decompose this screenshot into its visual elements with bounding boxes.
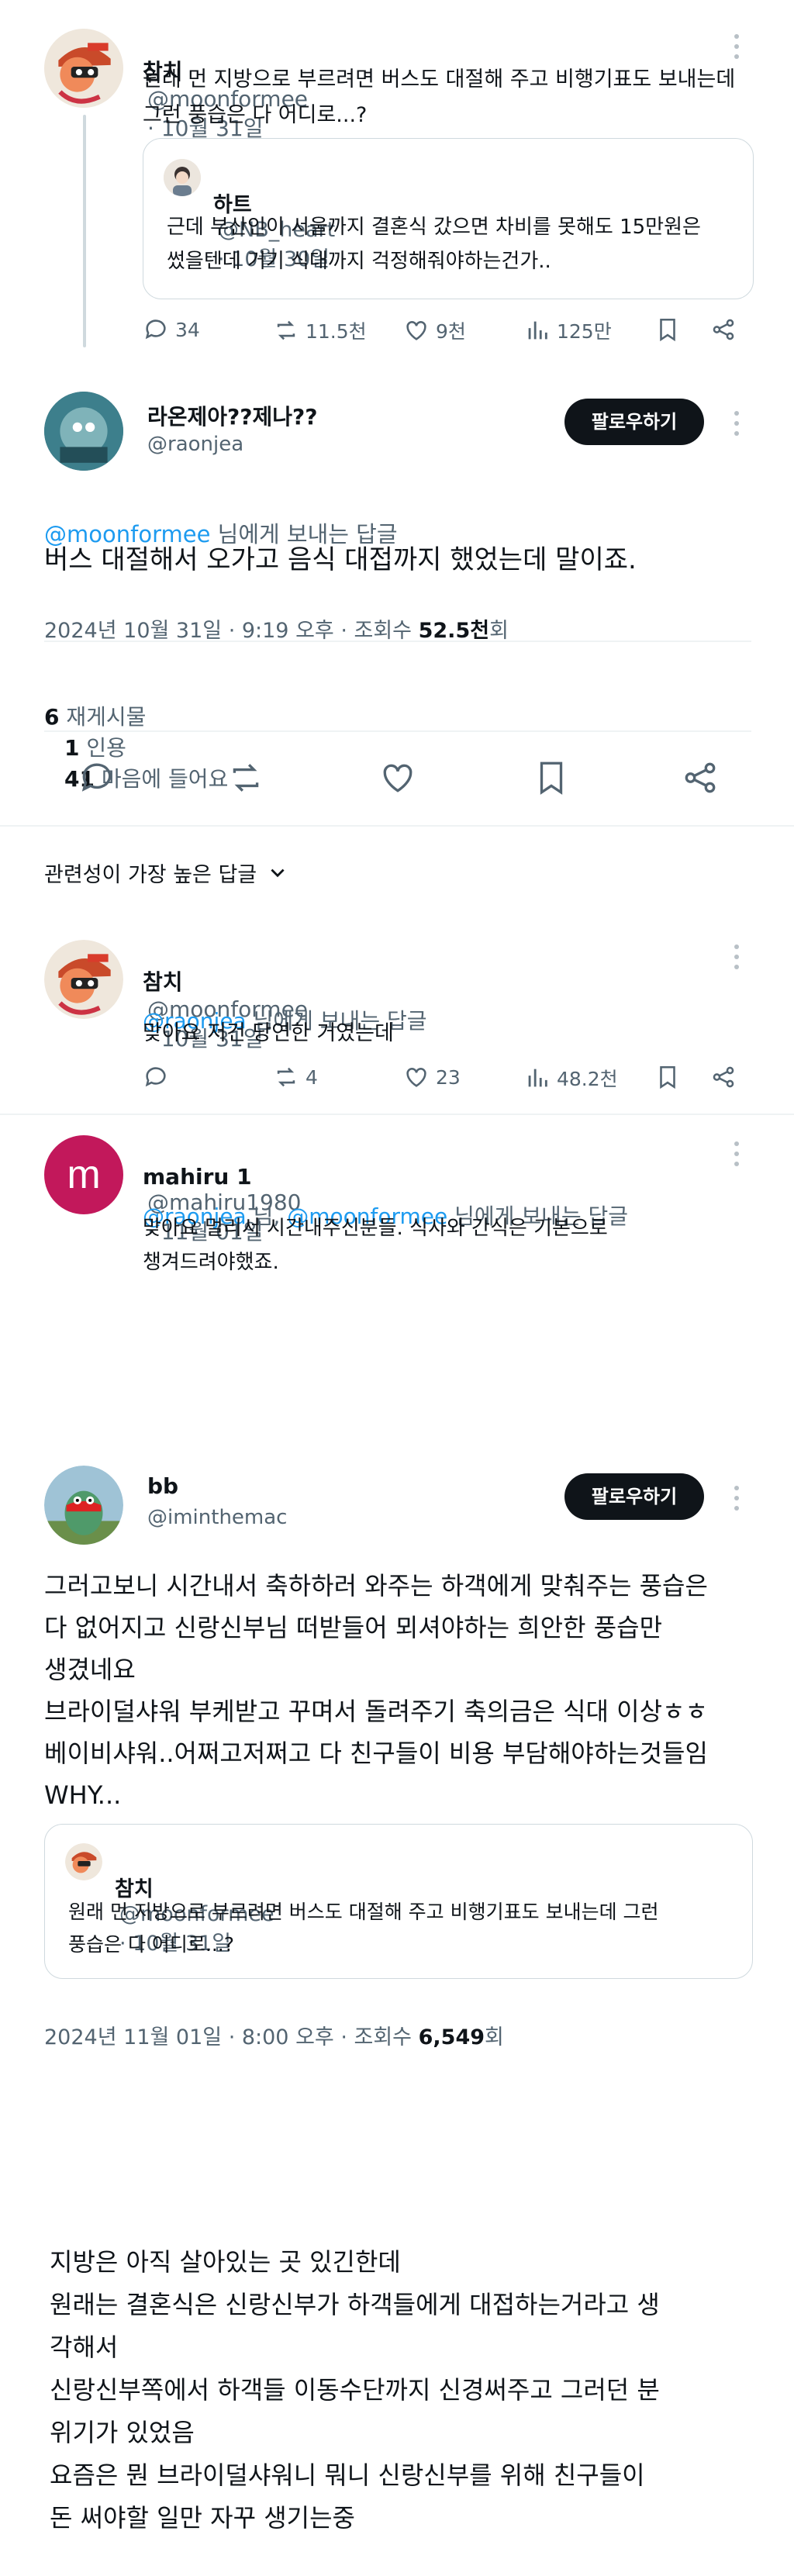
view-suffix: 회 [485,2025,504,2049]
tweet-meta: 2024년 11월 01일 · 8:00 오후 · 조회수 6,549회 [44,1996,504,2050]
author-handle[interactable]: @raonjea [147,433,243,456]
author-name[interactable]: 라온제아??제나?? [147,400,318,431]
share-icon[interactable] [710,316,737,343]
retweet-icon [277,320,295,340]
more-icon[interactable] [733,1141,740,1172]
like-button[interactable]: 9천 [403,316,466,344]
heart-icon[interactable] [378,758,417,797]
tweet-text: 원래 먼 지방으로 부르려면 버스도 대절해 주고 비행기표도 보내는데 그런 … [143,67,736,127]
reply-icon[interactable] [78,758,116,797]
avatar[interactable] [44,1466,123,1545]
more-icon[interactable] [733,411,740,441]
view-count: 52.5천 [418,619,490,643]
views-button[interactable]: 125만 [524,316,612,344]
follow-button[interactable]: 팔로우하기 [564,1473,704,1520]
engagement-stats: 6 재게시물 1 인용 41 마음에 들어요 [44,675,228,793]
avatar[interactable] [44,29,123,108]
avatar[interactable] [44,940,123,1019]
bookmark-icon[interactable] [532,758,571,797]
sort-label: 관련성이 가장 높은 답글 [44,863,257,887]
avatar [65,1843,102,1880]
views-button[interactable]: 48.2천 [524,1064,618,1092]
reply-text: 맞아요 멀리서 시간내주신분들. 식사와 간식은 기본으로 챙겨드려야했죠. [143,1217,608,1274]
retweet-count: 11.5천 [306,320,367,343]
heart-icon [406,321,426,340]
avatar[interactable] [44,392,123,471]
tweet-meta: 2024년 10월 31일 · 9:19 오후 · 조회수 52.5천회 [44,589,509,644]
views-icon [528,1069,547,1087]
avatar[interactable]: m [44,1135,123,1214]
reply-icon [145,1067,166,1087]
reply-button[interactable]: 34 [143,316,200,343]
views-count: 125만 [557,320,612,343]
more-icon[interactable] [733,944,740,975]
more-icon[interactable] [733,34,740,64]
quoted-text: 근데 부산인이 서울까지 결혼식 갔으면 차비를 못해도 15만원은 썼을텐데 … [167,216,701,273]
reposts-stat[interactable]: 6 재게시물 [44,704,146,730]
divider [44,730,751,732]
tweet-text: 버스 대절해서 오가고 음식 대접까지 했었는데 말이죠. [44,544,637,575]
tweet-timestamp[interactable]: 2024년 10월 31일 · 9:19 오후 · 조회수 [44,619,419,643]
avatar-letter: m [67,1152,101,1197]
divider [44,641,751,642]
retweet-button[interactable]: 11.5천 [273,316,367,344]
author-name[interactable]: bb [147,1473,178,1499]
avatar [164,159,201,196]
retweet-button[interactable]: 4 [273,1064,318,1090]
quoted-tweet[interactable]: 참치 @moonformee · 10월 31일 원래 먼 지방으로 부르려면 … [44,1824,753,1979]
quotes-stat[interactable]: 1 인용 [64,735,126,761]
views-icon [528,321,547,340]
follow-button[interactable]: 팔로우하기 [564,399,704,445]
share-icon[interactable] [681,758,720,797]
divider [0,1114,794,1115]
share-icon[interactable] [710,1064,737,1090]
bookmark-icon[interactable] [654,316,681,343]
more-icon[interactable] [733,1486,740,1516]
chevron-down-icon [271,868,285,877]
reply-icon [145,319,166,340]
retweet-icon [277,1067,295,1087]
view-suffix: 회 [489,619,509,643]
reply-button[interactable] [143,1064,169,1090]
like-count: 23 [436,1065,461,1089]
tweet-timestamp[interactable]: 2024년 11월 01일 · 8:00 오후 · 조회수 [44,2025,419,2049]
retweet-count: 4 [306,1065,318,1089]
like-count: 9천 [436,320,466,343]
reply-count: 34 [175,318,200,341]
quoted-text: 원래 먼 지방으로 부르려면 버스도 대절해 주고 비행기표도 보내는데 그런 … [68,1901,659,1956]
like-button[interactable]: 23 [403,1064,461,1090]
author-handle[interactable]: @iminthemac [147,1506,287,1529]
divider [0,825,794,827]
bookmark-icon[interactable] [654,1064,681,1090]
view-count: 6,549 [418,2025,485,2049]
post-note: 지방은 아직 살아있는 곳 있긴한데 원래는 결혼식은 신랑신부가 하객들에게 … [50,2247,660,2533]
quoted-tweet[interactable]: 하트 @NB_heart · 10월 30일 근데 부산인이 서울까지 결혼식 … [143,138,754,299]
sort-replies-dropdown[interactable]: 관련성이 가장 높은 답글 [44,858,288,888]
reply-text: 맞아요 저건 당연한 거였는데 [143,1021,394,1045]
tweet-text: 그러고보니 시간내서 축하하러 와주는 하객에게 맞춰주는 풍습은 다 없어지고… [44,1571,708,1810]
thread-line [83,115,86,347]
heart-icon [406,1068,426,1087]
views-count: 48.2천 [557,1068,618,1090]
retweet-icon[interactable] [226,758,265,797]
